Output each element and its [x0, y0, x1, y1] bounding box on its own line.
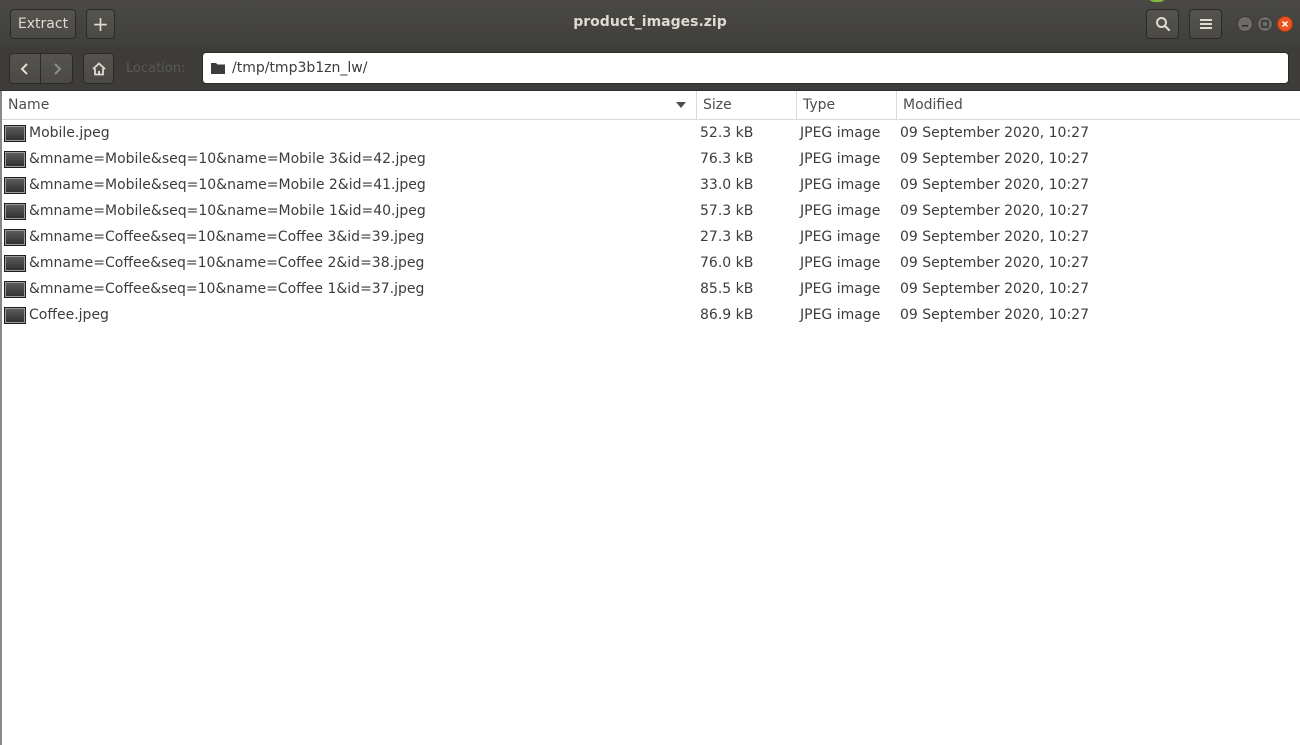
chevron-right-icon	[53, 62, 61, 75]
file-size: 52.3 kB	[700, 125, 754, 141]
home-button[interactable]	[83, 53, 114, 84]
image-file-icon	[4, 146, 26, 172]
file-list: Name Size Type Modified Mobile.jpeg 52.3 …	[0, 91, 1300, 745]
file-name: &mname=Coffee&seq=10&name=Coffee 1&id=37…	[29, 281, 425, 297]
file-size: 27.3 kB	[700, 229, 754, 245]
minimize-icon	[1242, 25, 1248, 27]
file-name: &mname=Mobile&seq=10&name=Mobile 1&id=40…	[29, 203, 426, 219]
file-name: &mname=Coffee&seq=10&name=Coffee 3&id=39…	[29, 229, 425, 245]
add-files-button[interactable]: +	[86, 9, 115, 39]
archive-manager-window: Extract + product_images.zip Location: /…	[0, 0, 1300, 745]
file-rows: Mobile.jpeg 52.3 kB JPEG image 09 September…	[2, 120, 1300, 328]
file-size: 85.5 kB	[700, 281, 754, 297]
extract-button[interactable]: Extract	[10, 9, 76, 39]
file-type: JPEG image	[800, 177, 881, 193]
file-size: 33.0 kB	[700, 177, 754, 193]
file-row[interactable]: &mname=Coffee&seq=10&name=Coffee 3&id=39…	[2, 224, 1300, 250]
file-row[interactable]: &mname=Coffee&seq=10&name=Coffee 1&id=37…	[2, 276, 1300, 302]
file-name: &mname=Mobile&seq=10&name=Mobile 3&id=42…	[29, 151, 426, 167]
file-modified: 09 September 2020, 10:27	[900, 281, 1089, 297]
file-modified: 09 September 2020, 10:27	[900, 255, 1089, 271]
search-button[interactable]	[1146, 9, 1179, 39]
column-header-modified-label: Modified	[903, 97, 963, 113]
file-type: JPEG image	[800, 229, 881, 245]
forward-button[interactable]	[40, 53, 73, 84]
file-modified: 09 September 2020, 10:27	[900, 151, 1089, 167]
maximize-icon	[1261, 20, 1269, 28]
column-header-size-label: Size	[703, 97, 732, 113]
file-modified: 09 September 2020, 10:27	[900, 307, 1089, 323]
location-path-field[interactable]: /tmp/tmp3b1zn_lw/	[202, 52, 1289, 84]
file-row[interactable]: &mname=Mobile&seq=10&name=Mobile 1&id=40…	[2, 198, 1300, 224]
chevron-left-icon	[20, 62, 28, 75]
file-list-header: Name Size Type Modified	[2, 91, 1300, 120]
image-file-icon	[4, 198, 26, 224]
file-type: JPEG image	[800, 203, 881, 219]
column-header-type-label: Type	[803, 97, 836, 113]
column-header-modified[interactable]: Modified	[897, 91, 1300, 119]
file-modified: 09 September 2020, 10:27	[900, 177, 1089, 193]
folder-icon	[211, 63, 225, 74]
column-header-name[interactable]: Name	[2, 91, 697, 119]
location-bar: Location: /tmp/tmp3b1zn_lw/	[0, 48, 1300, 91]
file-row[interactable]: Mobile.jpeg 52.3 kB JPEG image 09 September…	[2, 120, 1300, 146]
file-modified: 09 September 2020, 10:27	[900, 125, 1089, 141]
image-file-icon	[4, 120, 26, 146]
close-icon	[1281, 20, 1289, 28]
file-row[interactable]: Coffee.jpeg 86.9 kB JPEG image 09 September…	[2, 302, 1300, 328]
close-button[interactable]	[1277, 16, 1293, 32]
maximize-button[interactable]	[1257, 16, 1273, 32]
window-title: product_images.zip	[573, 14, 727, 30]
file-row[interactable]: &mname=Coffee&seq=10&name=Coffee 2&id=38…	[2, 250, 1300, 276]
file-type: JPEG image	[800, 281, 881, 297]
home-icon	[91, 61, 106, 75]
file-type: JPEG image	[800, 125, 881, 141]
image-file-icon	[4, 172, 26, 198]
file-size: 57.3 kB	[700, 203, 754, 219]
file-type: JPEG image	[800, 307, 881, 323]
file-modified: 09 September 2020, 10:27	[900, 203, 1089, 219]
file-size: 86.9 kB	[700, 307, 754, 323]
file-name: &mname=Coffee&seq=10&name=Coffee 2&id=38…	[29, 255, 425, 271]
file-type: JPEG image	[800, 255, 881, 271]
file-name: &mname=Mobile&seq=10&name=Mobile 2&id=41…	[29, 177, 426, 193]
search-icon	[1155, 17, 1170, 32]
notification-indicator	[1147, 0, 1167, 2]
file-row[interactable]: &mname=Mobile&seq=10&name=Mobile 3&id=42…	[2, 146, 1300, 172]
file-modified: 09 September 2020, 10:27	[900, 229, 1089, 245]
location-path-text: /tmp/tmp3b1zn_lw/	[232, 60, 368, 76]
header-bar: Extract + product_images.zip	[0, 0, 1300, 49]
sort-descending-icon	[676, 102, 686, 108]
column-header-name-label: Name	[8, 97, 50, 113]
file-type: JPEG image	[800, 151, 881, 167]
image-file-icon	[4, 276, 26, 302]
back-button[interactable]	[9, 53, 41, 84]
location-label: Location:	[126, 61, 186, 76]
hamburger-menu-icon	[1199, 19, 1212, 29]
file-size: 76.3 kB	[700, 151, 754, 167]
file-size: 76.0 kB	[700, 255, 754, 271]
column-header-type[interactable]: Type	[797, 91, 897, 119]
file-name: Coffee.jpeg	[29, 307, 109, 323]
file-row[interactable]: &mname=Mobile&seq=10&name=Mobile 2&id=41…	[2, 172, 1300, 198]
image-file-icon	[4, 224, 26, 250]
minimize-button[interactable]	[1237, 16, 1253, 32]
column-header-size[interactable]: Size	[697, 91, 797, 119]
image-file-icon	[4, 302, 26, 328]
image-file-icon	[4, 250, 26, 276]
menu-button[interactable]	[1189, 9, 1222, 39]
file-name: Mobile.jpeg	[29, 125, 110, 141]
